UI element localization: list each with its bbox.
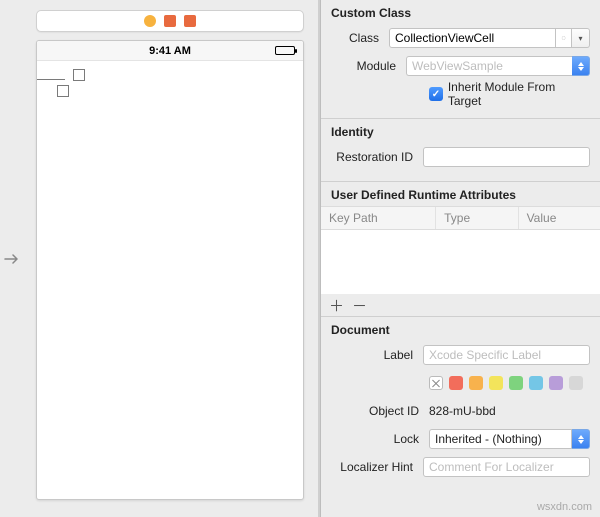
chevron-updown-icon[interactable] <box>572 429 590 449</box>
color-swatches <box>429 376 590 390</box>
class-clear-icon[interactable]: ◌ <box>556 28 572 48</box>
swatch-color[interactable] <box>489 376 503 390</box>
lock-row: Lock Inherited - (Nothing) <box>327 427 590 451</box>
inspector-pane: Custom Class Class ◌ ▾ Module <box>320 0 600 517</box>
section-udra: User Defined Runtime Attributes Key Path… <box>321 181 600 316</box>
section-document: Document Label Object ID 828-mU-bbd Lock <box>321 316 600 517</box>
class-input[interactable] <box>389 28 556 48</box>
udra-table-header: Key Path Type Value <box>321 206 600 230</box>
watermark: wsxdn.com <box>537 501 592 513</box>
device-statusbar: 9:41 AM <box>37 41 303 61</box>
class-combo[interactable]: ◌ ▾ <box>389 28 590 48</box>
inherit-checkbox[interactable]: ✓ <box>429 87 443 101</box>
section-heading: Identity <box>321 119 600 143</box>
objectid-row: Object ID 828-mU-bbd <box>327 399 590 423</box>
section-identity: Identity Restoration ID <box>321 118 600 181</box>
swatch-color[interactable] <box>569 376 583 390</box>
col-value[interactable]: Value <box>519 207 600 229</box>
inherit-row: ✓ Inherit Module From Target <box>327 82 590 106</box>
layout-connector <box>37 79 65 80</box>
sun-icon[interactable] <box>144 15 156 27</box>
chevron-down-icon[interactable]: ▾ <box>572 28 590 48</box>
doclabel-label: Label <box>327 348 417 362</box>
objectid-value: 828-mU-bbd <box>429 404 496 418</box>
module-combo[interactable] <box>406 56 590 76</box>
col-type[interactable]: Type <box>436 207 518 229</box>
section-heading: Document <box>321 317 600 341</box>
canvas-config-chip[interactable] <box>36 10 304 32</box>
collection-cell-placeholder[interactable] <box>73 69 85 81</box>
cube-icon[interactable] <box>164 15 176 27</box>
module-row: Module <box>327 54 590 78</box>
restoration-label: Restoration ID <box>327 150 417 164</box>
section-heading: Custom Class <box>321 0 600 24</box>
swatch-none[interactable] <box>429 376 443 390</box>
swatch-color[interactable] <box>469 376 483 390</box>
class-row: Class ◌ ▾ <box>327 26 590 50</box>
locahint-input[interactable] <box>423 457 590 477</box>
stop-icon[interactable] <box>184 15 196 27</box>
device-frame: 9:41 AM <box>36 40 304 500</box>
localizer-row: Localizer Hint <box>327 455 590 479</box>
status-time: 9:41 AM <box>149 45 191 57</box>
swatch-color[interactable] <box>509 376 523 390</box>
udra-table-body[interactable] <box>321 230 600 294</box>
canvas-pane: 9:41 AM <box>22 0 318 517</box>
section-heading: User Defined Runtime Attributes <box>321 182 600 206</box>
chevron-updown-icon[interactable] <box>572 56 590 76</box>
root: 9:41 AM Custom Class Class ◌ ▾ <box>0 0 600 517</box>
col-keypath[interactable]: Key Path <box>321 207 436 229</box>
lock-label: Lock <box>327 432 423 446</box>
battery-icon <box>275 46 295 55</box>
swatch-row <box>327 371 590 395</box>
swatch-color[interactable] <box>529 376 543 390</box>
restoration-input[interactable] <box>423 147 590 167</box>
lock-select[interactable]: Inherited - (Nothing) <box>429 429 590 449</box>
lock-value: Inherited - (Nothing) <box>435 432 542 446</box>
module-label: Module <box>327 59 400 73</box>
swatch-color[interactable] <box>549 376 563 390</box>
doclabel-input[interactable] <box>423 345 590 365</box>
navigate-prev-arrow[interactable] <box>0 0 22 517</box>
label-row: Label <box>327 343 590 367</box>
class-label: Class <box>327 31 383 45</box>
module-input[interactable] <box>406 56 572 76</box>
restoration-row: Restoration ID <box>327 145 590 169</box>
udra-footer: ＋ － <box>321 294 600 316</box>
remove-button[interactable]: － <box>352 295 367 316</box>
section-custom-class: Custom Class Class ◌ ▾ Module <box>321 0 600 118</box>
objectid-label: Object ID <box>327 404 423 418</box>
swatch-color[interactable] <box>449 376 463 390</box>
locahint-label: Localizer Hint <box>327 460 417 474</box>
inherit-label: Inherit Module From Target <box>448 80 590 108</box>
collection-cell-placeholder[interactable] <box>57 85 69 97</box>
add-button[interactable]: ＋ <box>329 295 344 316</box>
